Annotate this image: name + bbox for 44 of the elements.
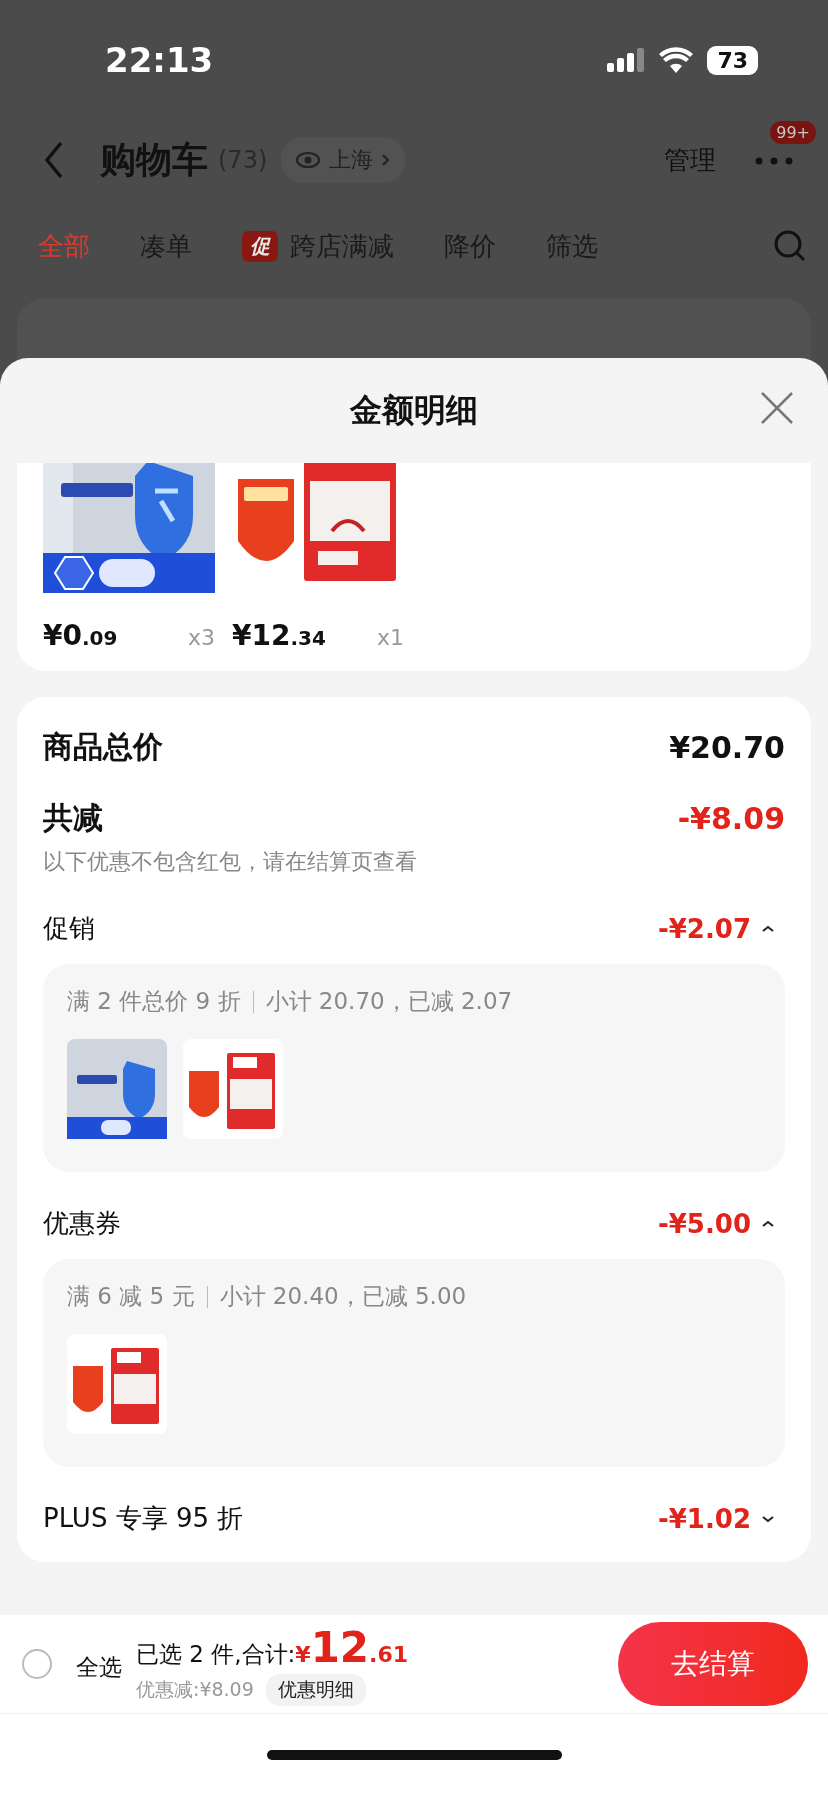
eye-icon: [295, 151, 322, 169]
select-all-radio[interactable]: [22, 1649, 52, 1679]
select-all-label: 全选: [76, 1652, 122, 1682]
item-quantity: x3: [187, 625, 215, 650]
page-title: 购物车: [100, 137, 208, 182]
reduction-value: -¥8.09: [677, 801, 785, 836]
filter-tab[interactable]: 全部: [38, 228, 90, 264]
total-amount: ¥12.61: [295, 1622, 409, 1672]
discount-value: -¥1.02: [657, 1503, 751, 1534]
back-icon[interactable]: [44, 141, 64, 179]
discount-label: 优惠券: [43, 1207, 121, 1240]
chevron-icon[interactable]: [761, 1218, 775, 1229]
item-price: ¥0.09: [43, 619, 118, 652]
item-price: ¥12.34: [232, 619, 326, 652]
reduction-note: 以下优惠不包含红包，请在结算页查看: [43, 848, 418, 876]
close-icon[interactable]: [760, 391, 794, 425]
discount-subtotal: 小计 20.70，已减 2.07: [265, 987, 513, 1016]
discount-rule: 满 6 减 5 元: [67, 1282, 195, 1311]
discount-label: PLUS 专享 95 折: [43, 1502, 244, 1535]
checkout-button[interactable]: 去结算: [618, 1622, 808, 1706]
total-label: 商品总价: [43, 728, 163, 766]
discount-rule: 满 2 件总价 9 折: [67, 987, 241, 1016]
savings-text: 优惠减:¥8.09: [136, 1676, 254, 1702]
chevron-icon[interactable]: [761, 923, 775, 934]
search-icon[interactable]: [772, 228, 808, 264]
battery-level: 73: [707, 45, 758, 75]
chevron-icon: [381, 153, 392, 167]
discount-label: 促销: [43, 912, 95, 945]
notification-badge: 99+: [770, 120, 816, 144]
sheet-title: 金额明细: [350, 389, 478, 431]
discount-value: -¥5.00: [657, 1208, 751, 1239]
reduction-label: 共减: [43, 799, 103, 837]
discount-value: -¥2.07: [657, 913, 751, 944]
more-icon[interactable]: [754, 155, 794, 166]
wifi-icon: [659, 47, 694, 73]
manage-button[interactable]: 管理: [664, 142, 716, 178]
status-time: 22:13: [105, 40, 214, 80]
selection-summary: 已选 2 件,合计:: [136, 1639, 296, 1669]
item-quantity: x1: [376, 625, 404, 650]
total-value: ¥20.70: [669, 730, 785, 765]
discount-details-button[interactable]: 优惠明细: [265, 1673, 366, 1706]
chevron-icon[interactable]: [761, 1513, 775, 1524]
discount-subtotal: 小计 20.40，已减 5.00: [219, 1282, 467, 1311]
signal-icon: [607, 48, 646, 72]
